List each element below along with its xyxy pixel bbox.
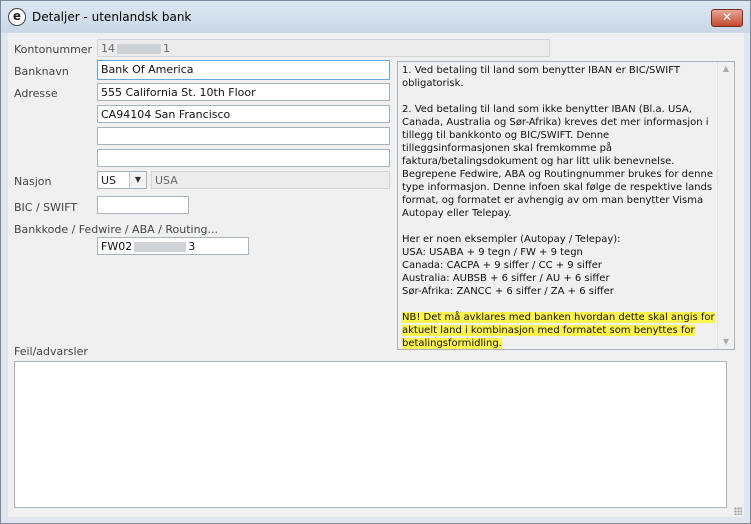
- bankkode-value-suffix: 3: [188, 240, 196, 253]
- adresse-line-3-input[interactable]: [97, 127, 390, 145]
- kontonummer-value-suffix: 1: [163, 42, 170, 55]
- feil-label: Feil/advarsler: [14, 345, 88, 358]
- bic-swift-label: BIC / SWIFT: [14, 201, 78, 214]
- nasjon-label: Nasjon: [14, 175, 52, 188]
- adresse-line-2-input[interactable]: CA94104 San Francisco: [97, 105, 390, 123]
- bic-swift-input[interactable]: [97, 196, 189, 214]
- kontonummer-field: 14 1: [97, 39, 550, 57]
- info-scrollbar[interactable]: ▲ ▼: [717, 62, 734, 349]
- adresse-line-1-input[interactable]: 555 California St. 10th Floor: [97, 83, 390, 101]
- example-australia: Australia: AUBSB + 6 siffer / AU + 6 sif…: [402, 273, 610, 284]
- resize-grip-icon[interactable]: [734, 507, 742, 515]
- kontonummer-value-prefix: 14: [101, 42, 115, 55]
- scroll-down-icon[interactable]: ▼: [718, 335, 734, 349]
- redacted-mask: [117, 44, 161, 54]
- scroll-up-icon[interactable]: ▲: [718, 62, 734, 76]
- dialog-window: e Detaljer - utenlandsk bank ✕ Kontonumm…: [0, 0, 751, 524]
- chevron-down-icon[interactable]: ▼: [129, 172, 146, 188]
- nasjon-name-field: USA: [151, 171, 390, 189]
- examples-heading: Her er noen eksempler (Autopay / Telepay…: [402, 234, 621, 245]
- redacted-mask: [134, 242, 187, 252]
- close-button[interactable]: ✕: [711, 9, 743, 27]
- feil-textarea[interactable]: [14, 361, 727, 508]
- kontonummer-label: Kontonummer: [14, 43, 93, 56]
- banknavn-label: Banknavn: [14, 65, 69, 78]
- example-usa: USA: USABA + 9 tegn / FW + 9 tegn: [402, 247, 583, 258]
- bankkode-label: Bankkode / Fedwire / ABA / Routing...: [14, 223, 219, 236]
- info-panel: 1. Ved betaling til land som benytter IB…: [397, 61, 735, 350]
- example-canada: Canada: CACPA + 9 siffer / CC + 9 siffer: [402, 260, 602, 271]
- bankkode-value-prefix: FW02: [101, 240, 133, 253]
- example-south-africa: Sør-Afrika: ZANCC + 6 siffer / ZA + 6 si…: [402, 286, 614, 297]
- info-paragraph-iban: 1. Ved betaling til land som benytter IB…: [402, 65, 680, 89]
- adresse-line-4-input[interactable]: [97, 149, 390, 167]
- info-paragraph-non-iban: 2. Ved betaling til land som ikke benytt…: [402, 104, 713, 219]
- info-text: 1. Ved betaling til land som benytter IB…: [402, 64, 716, 349]
- title-bar[interactable]: e Detaljer - utenlandsk bank ✕: [1, 1, 750, 33]
- nasjon-code-value: US: [101, 174, 117, 187]
- app-logo-icon: e: [8, 8, 26, 26]
- adresse-label: Adresse: [14, 87, 58, 100]
- banknavn-input[interactable]: Bank Of America: [97, 60, 390, 80]
- bankkode-input[interactable]: FW02 3: [97, 237, 249, 255]
- window-title: Detaljer - utenlandsk bank: [32, 10, 192, 24]
- highlighted-note: NB! Det må avklares med banken hvordan d…: [402, 312, 715, 349]
- nasjon-select[interactable]: US ▼: [97, 171, 147, 189]
- dialog-body: Kontonummer 14 1 Banknavn Bank Of America…: [8, 33, 744, 517]
